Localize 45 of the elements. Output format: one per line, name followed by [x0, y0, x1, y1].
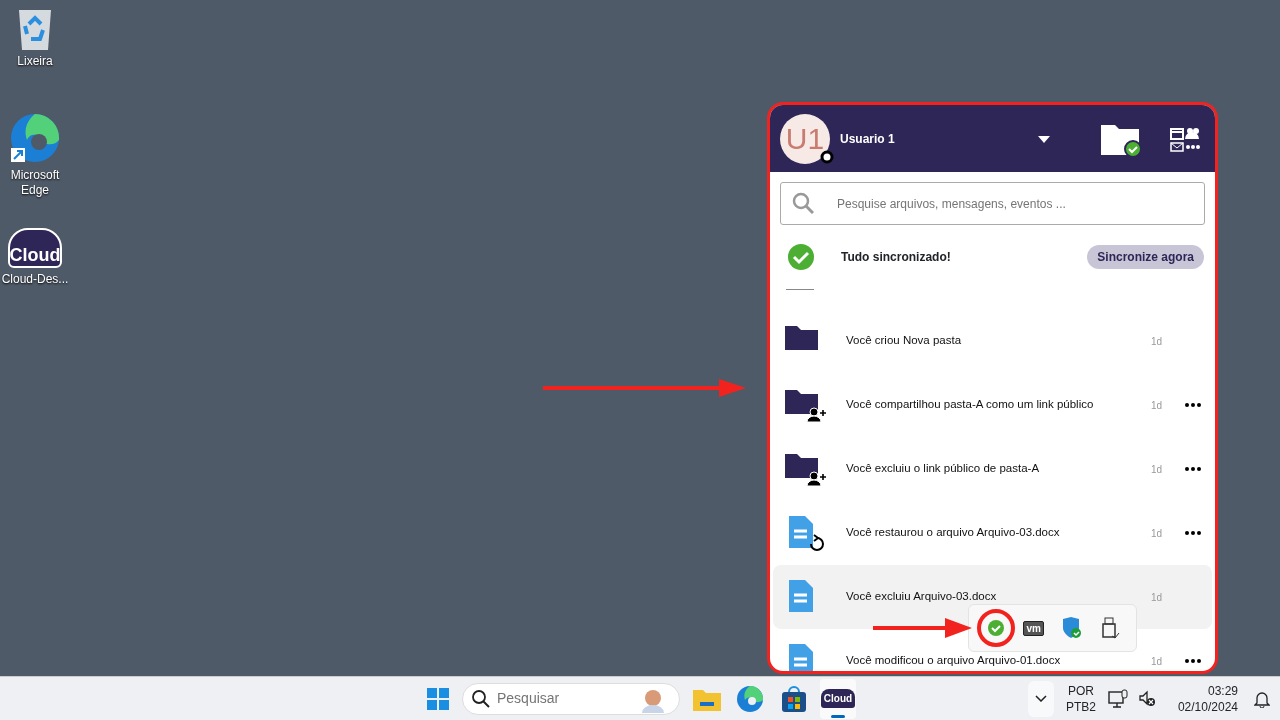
browser-shortcut-icon[interactable]: [9, 112, 61, 164]
avatar-initials: U1: [785, 121, 825, 157]
browser-icon: [735, 683, 765, 714]
activity-time: 1d: [1151, 462, 1164, 477]
chevron-icon: [1034, 695, 1047, 702]
search-icon: [472, 689, 490, 708]
activity-time: 1d: [1151, 590, 1164, 605]
activity-text: Você restaurou o arquivo Arquivo-03.docx: [846, 525, 1061, 541]
speaker-muted-icon[interactable]: [1137, 689, 1156, 708]
activity-time: 1d: [1151, 654, 1164, 669]
logo-text: Cloud: [9, 244, 61, 266]
icon-label: Microsoft Edge: [9, 168, 61, 198]
caret-icon: [1038, 135, 1050, 143]
activity-text: Você modificou o arquivo Arquivo-01.docx: [846, 653, 1062, 669]
notification-bell-icon[interactable]: [1254, 689, 1270, 708]
start-windows-icon[interactable]: [426, 686, 450, 711]
sync-now-button[interactable]: Sincronize agora: [1087, 245, 1204, 269]
language-indicator[interactable]: POR PTB2: [1063, 682, 1098, 715]
status-ring-icon: [820, 149, 834, 164]
vm-icon[interactable]: vm: [1023, 620, 1044, 636]
more-options-icon[interactable]: [1185, 531, 1201, 535]
more-options-icon[interactable]: [1185, 403, 1201, 407]
taskbar-search-field[interactable]: Pesquisar: [462, 682, 680, 715]
icon-label: Lixeira: [17, 54, 53, 69]
sync-status: Tudo sincronizado!: [841, 249, 952, 266]
activity-text: Você excluiu Arquivo-03.docx: [846, 589, 998, 605]
activity-time: 1d: [1151, 334, 1164, 349]
show-hidden-icons-button[interactable]: [1027, 680, 1054, 717]
success-check-icon: [787, 243, 815, 271]
user-name: Usuario 1: [840, 130, 896, 148]
search-icon: [792, 192, 814, 214]
activity-time: 1d: [1151, 526, 1164, 541]
activity-time: 1d: [1151, 398, 1164, 413]
activity-text: Você criou Nova pasta: [846, 333, 963, 349]
cloud-app-button[interactable]: Cloud: [820, 678, 856, 719]
search-field[interactable]: Pesquise arquivos, mensagens, eventos ...: [780, 182, 1205, 225]
clock[interactable]: 03:29 02/10/2024: [1177, 682, 1238, 715]
more-options-icon[interactable]: [1185, 467, 1201, 471]
cloud-shortcut-icon[interactable]: Cloud: [8, 228, 62, 268]
more-options-icon[interactable]: [1185, 659, 1201, 663]
store-bag-icon: [779, 683, 809, 714]
network-icon[interactable]: [1107, 688, 1128, 709]
activity-text: Você compartilhou pasta-A como um link público: [846, 397, 1095, 413]
activity-text: Você excluiu o link público de pasta-A: [846, 461, 1041, 477]
icon-label: Cloud-Des...: [1, 272, 69, 287]
